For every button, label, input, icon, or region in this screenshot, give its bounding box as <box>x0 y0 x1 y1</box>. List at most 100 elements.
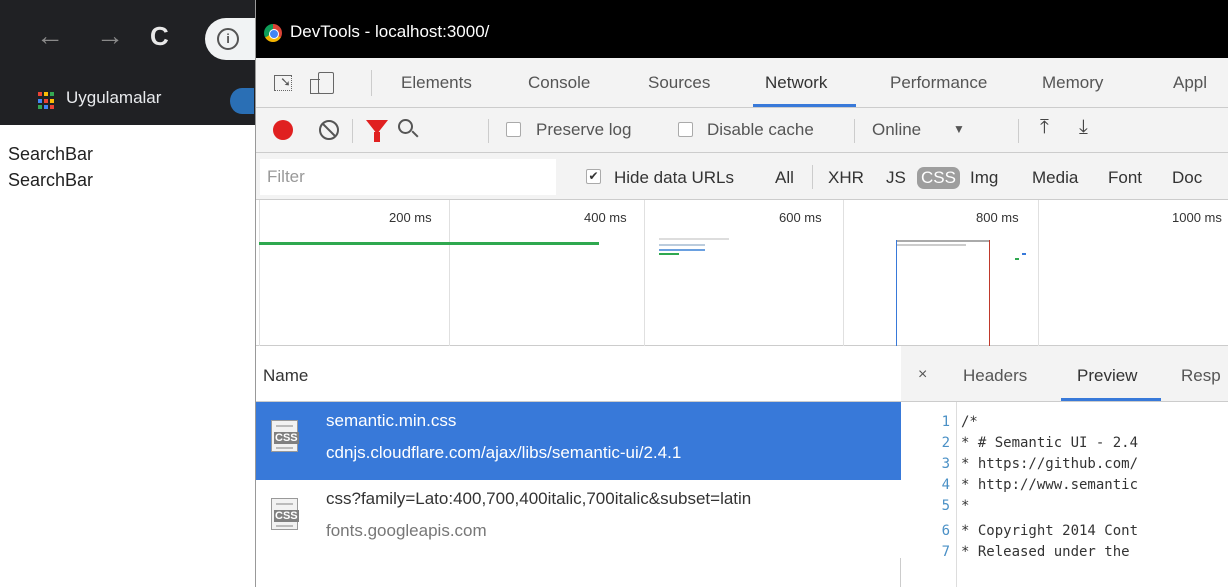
divider <box>488 119 489 143</box>
browser-toolbar: ← → C i <box>0 0 265 80</box>
code-text: * <box>961 498 970 514</box>
name-column-header[interactable]: Name <box>256 346 901 402</box>
filter-icon[interactable] <box>366 120 388 142</box>
type-filter-xhr[interactable]: XHR <box>828 168 864 188</box>
preview-code[interactable]: 1 /* 2 * # Semantic UI - 2.4 3 * https://… <box>901 402 1228 587</box>
device-toolbar-icon[interactable] <box>310 72 334 94</box>
divider <box>812 165 813 189</box>
timeline-bar <box>659 249 705 251</box>
type-filter-all[interactable]: All <box>775 168 794 188</box>
filter-input[interactable] <box>260 159 556 195</box>
timeline-bar <box>896 244 966 246</box>
back-arrow-icon[interactable]: ← <box>36 22 64 50</box>
preserve-log-label[interactable]: Preserve log <box>536 120 631 140</box>
tab-response[interactable]: Resp <box>1181 366 1221 386</box>
tab-memory[interactable]: Memory <box>1042 73 1103 93</box>
timeline-tick-label: 800 ms <box>976 210 1019 225</box>
reload-icon[interactable]: C <box>150 22 169 50</box>
bookmark-apps-label[interactable]: Uygulamalar <box>66 88 161 108</box>
clear-icon[interactable] <box>319 120 339 140</box>
tab-sources[interactable]: Sources <box>648 73 710 93</box>
timeline-gridline <box>1038 200 1039 346</box>
hide-data-urls-label[interactable]: Hide data URLs <box>614 168 734 188</box>
code-text: * http://www.semantic <box>961 477 1139 493</box>
divider <box>352 119 353 143</box>
timeline-bar <box>259 242 599 245</box>
name-column-label: Name <box>263 366 309 385</box>
disable-cache-checkbox[interactable] <box>678 122 693 137</box>
type-filter-js[interactable]: JS <box>886 168 906 188</box>
divider <box>1018 119 1019 143</box>
inspect-element-icon[interactable] <box>274 75 292 91</box>
window-title: DevTools - localhost:3000/ <box>290 22 490 41</box>
type-filter-css[interactable]: CSS <box>917 167 960 189</box>
hide-data-urls-checkbox[interactable]: ✔ <box>586 169 601 184</box>
dom-content-loaded-marker <box>896 240 897 346</box>
request-detail-pane: × Headers Preview Resp 1 /* 2 * # Semanti… <box>901 346 1228 587</box>
tab-network[interactable]: Network <box>765 73 827 93</box>
timeline-bar <box>659 253 679 255</box>
devtools-window: DevTools - localhost:3000/ Elements Cons… <box>255 0 1228 587</box>
filter-bar: ✔ Hide data URLs All XHR JS CSS Img Medi… <box>256 153 1228 200</box>
code-text: * https://github.com/ <box>961 456 1139 472</box>
line-number: 6 <box>941 523 950 539</box>
throttle-select[interactable]: Online <box>872 120 921 140</box>
tab-application[interactable]: Appl <box>1173 73 1207 93</box>
type-filter-media[interactable]: Media <box>1032 168 1078 188</box>
info-icon[interactable]: i <box>217 28 239 50</box>
bookmark-favicon-icon[interactable] <box>230 88 254 114</box>
preserve-log-checkbox[interactable] <box>506 122 521 137</box>
timeline-bar <box>659 238 729 240</box>
page-text-line: SearchBar <box>8 170 94 190</box>
line-number: 3 <box>941 456 950 472</box>
import-har-icon[interactable]: ⤒ <box>1040 116 1049 139</box>
request-list: Name CSS semantic.min.css cdnjs.cloudfla… <box>256 346 901 587</box>
timeline-bar <box>1022 253 1026 255</box>
type-filter-font[interactable]: Font <box>1108 168 1142 188</box>
css-file-icon: CSS <box>271 420 299 452</box>
tab-headers[interactable]: Headers <box>963 366 1027 386</box>
code-text: * Released under the <box>961 544 1130 560</box>
tab-console[interactable]: Console <box>528 73 590 93</box>
devtools-panel-tabs: Elements Console Sources Network Perform… <box>256 58 1228 108</box>
tab-elements[interactable]: Elements <box>401 73 472 93</box>
forward-arrow-icon[interactable]: → <box>96 22 124 50</box>
line-number: 1 <box>941 414 950 430</box>
load-event-marker <box>989 240 990 346</box>
request-row[interactable]: CSS semantic.min.css cdnjs.cloudflare.co… <box>256 402 901 480</box>
export-har-icon[interactable]: ⤓ <box>1079 116 1088 139</box>
request-name: css?family=Lato:400,700,400italic,700ita… <box>326 489 752 508</box>
divider <box>854 119 855 143</box>
timeline-tick-label: 1000 ms <box>1172 210 1222 225</box>
detail-tabs: × Headers Preview Resp <box>901 346 1228 402</box>
disable-cache-label[interactable]: Disable cache <box>707 120 814 140</box>
active-tab-indicator <box>1061 398 1161 401</box>
code-text: * Copyright 2014 Cont <box>961 523 1139 539</box>
chevron-down-icon[interactable]: ▼ <box>953 122 965 136</box>
code-text: * # Semantic UI - 2.4 <box>961 435 1139 451</box>
tab-performance[interactable]: Performance <box>890 73 987 93</box>
page-content: SearchBar SearchBar <box>0 125 258 587</box>
timeline-gridline <box>843 200 844 346</box>
css-file-icon: CSS <box>271 498 299 530</box>
type-filter-img[interactable]: Img <box>970 168 998 188</box>
search-icon[interactable] <box>398 119 413 134</box>
gutter-divider <box>956 402 957 587</box>
close-icon[interactable]: × <box>918 366 927 384</box>
chrome-logo-icon <box>264 24 282 42</box>
apps-grid-icon[interactable] <box>38 92 56 110</box>
request-row[interactable]: CSS css?family=Lato:400,700,400italic,70… <box>256 480 901 558</box>
timeline-bar <box>896 240 989 242</box>
active-tab-indicator <box>753 104 856 107</box>
timeline-bar <box>1015 258 1019 260</box>
page-text-line: SearchBar <box>8 144 94 164</box>
record-icon[interactable] <box>273 120 293 140</box>
tab-preview[interactable]: Preview <box>1077 366 1137 386</box>
timeline-tick-label: 600 ms <box>779 210 822 225</box>
divider <box>371 70 372 96</box>
line-number: 7 <box>941 544 950 560</box>
network-overview-timeline[interactable]: 200 ms 400 ms 600 ms 800 ms 1000 ms <box>256 200 1228 346</box>
type-filter-doc[interactable]: Doc <box>1172 168 1202 188</box>
timeline-gridline <box>259 200 260 346</box>
timeline-tick-label: 200 ms <box>389 210 432 225</box>
